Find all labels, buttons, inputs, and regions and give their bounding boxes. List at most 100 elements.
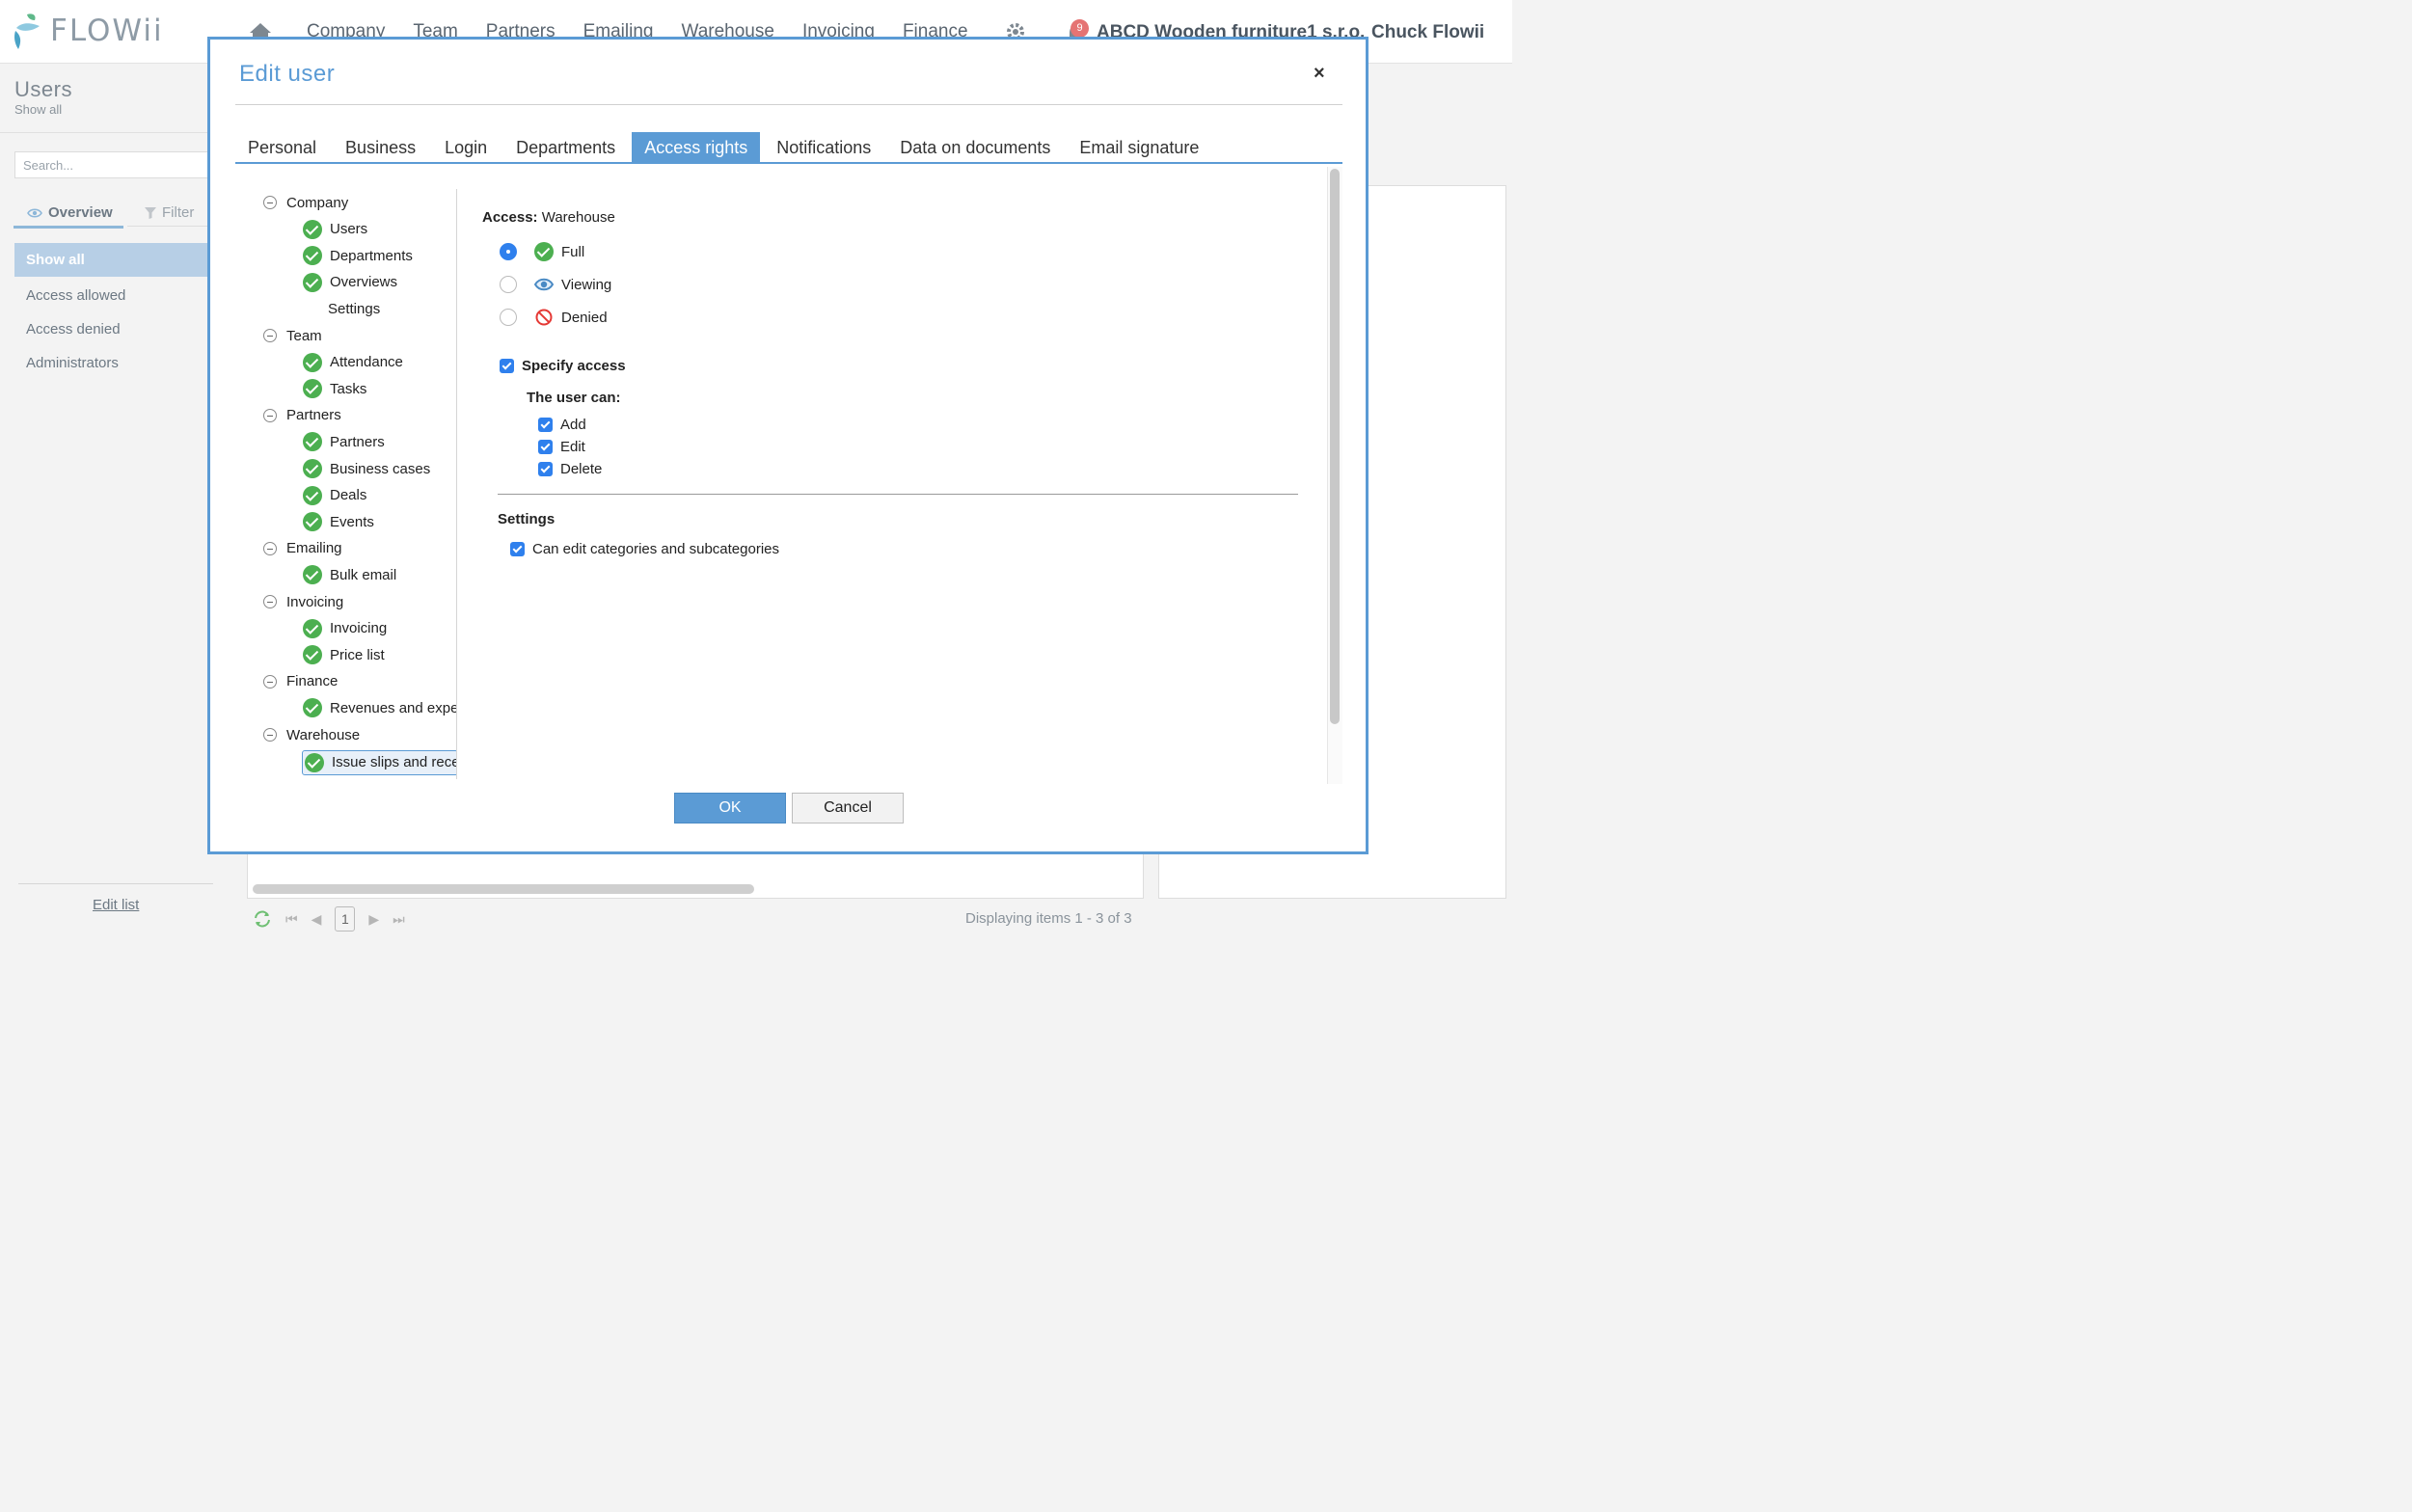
collapse-icon[interactable]: [263, 408, 277, 422]
tab-notifications[interactable]: Notifications: [764, 132, 883, 164]
collapse-icon[interactable]: [263, 728, 277, 742]
tree-group[interactable]: Invoicing: [263, 590, 343, 613]
tree-group[interactable]: Partners: [263, 404, 341, 427]
tree-item-label: Users: [330, 221, 368, 238]
logo-text: FLOWii: [50, 14, 164, 48]
dialog-title: Edit user: [239, 61, 336, 87]
cancel-button[interactable]: Cancel: [792, 793, 904, 824]
tree-item-label: Overviews: [330, 274, 398, 291]
access-module: Warehouse: [541, 209, 615, 226]
collapse-icon[interactable]: [263, 329, 277, 342]
tree-item[interactable]: Departments: [303, 244, 413, 267]
tab-personal[interactable]: Personal: [235, 132, 329, 164]
setting-edit-categories-label: Can edit categories and subcategories: [532, 540, 779, 557]
next-page-icon[interactable]: ▶: [368, 911, 379, 928]
tree-item[interactable]: Deals: [303, 484, 366, 507]
tree-item[interactable]: Bulk email: [303, 563, 396, 586]
tree-item-label: Partners: [330, 433, 385, 450]
tab-filter[interactable]: Filter: [145, 204, 194, 221]
tab-access-rights[interactable]: Access rights: [632, 132, 761, 164]
tab-email-signature[interactable]: Email signature: [1067, 132, 1211, 164]
tab-login[interactable]: Login: [432, 132, 500, 164]
prev-page-icon[interactable]: ◀: [312, 911, 322, 928]
check-circle-icon: [303, 645, 322, 665]
user-name[interactable]: Chuck Flowii: [1371, 22, 1484, 43]
search-input[interactable]: Search...: [14, 151, 217, 178]
specify-access-label: Specify access: [522, 357, 626, 374]
tab-overview[interactable]: Overview: [27, 204, 113, 221]
check-circle-icon: [303, 459, 322, 478]
tree-group[interactable]: Team: [263, 324, 322, 347]
check-circle-icon: [303, 565, 322, 585]
denied-icon: [535, 309, 553, 326]
tree-item[interactable]: Settings: [303, 297, 380, 320]
tab-departments[interactable]: Departments: [503, 132, 628, 164]
settings-title: Settings: [498, 510, 556, 527]
tree-group[interactable]: Warehouse: [263, 723, 360, 746]
filter-access-denied[interactable]: Access denied: [14, 312, 231, 346]
collapse-icon[interactable]: [263, 541, 277, 555]
specify-access-checkbox[interactable]: Specify access: [500, 355, 626, 376]
collapse-icon[interactable]: [263, 196, 277, 209]
tree-item-label: Business cases: [330, 460, 431, 477]
last-page-icon[interactable]: ⏭: [393, 911, 405, 928]
scrollbar-thumb[interactable]: [1330, 169, 1340, 724]
horizontal-scrollbar[interactable]: [253, 884, 754, 894]
tree-item[interactable]: Business cases: [303, 457, 430, 480]
first-page-icon[interactable]: ⏮: [285, 911, 298, 928]
perm-edit[interactable]: Edit: [538, 436, 585, 457]
perm-delete[interactable]: Delete: [538, 458, 602, 479]
option-denied[interactable]: Denied: [500, 306, 608, 329]
edit-list-link[interactable]: Edit list: [93, 897, 139, 913]
check-circle-icon: [303, 272, 322, 292]
tree-item-label: Emailing: [286, 540, 342, 557]
checkbox-icon[interactable]: [500, 358, 514, 373]
tree-item[interactable]: Partners: [303, 430, 385, 453]
setting-edit-categories[interactable]: Can edit categories and subcategories: [510, 538, 779, 559]
tree-item[interactable]: Revenues and expenses: [303, 696, 456, 719]
tree-item[interactable]: Events: [303, 510, 374, 533]
checkbox-icon[interactable]: [538, 461, 553, 476]
radio-denied[interactable]: [500, 309, 517, 326]
filter-administrators[interactable]: Administrators: [14, 346, 231, 380]
tree-item[interactable]: Tasks: [303, 377, 366, 400]
checkbox-icon[interactable]: [538, 417, 553, 432]
check-circle-icon: [303, 379, 322, 399]
tree-group[interactable]: Finance: [263, 670, 338, 693]
perm-add[interactable]: Add: [538, 414, 586, 435]
tree-group[interactable]: Emailing: [263, 537, 342, 560]
tree-item[interactable]: Users: [303, 218, 367, 241]
tab-business[interactable]: Business: [333, 132, 428, 164]
checkbox-icon[interactable]: [510, 541, 525, 556]
tab-data-on-documents[interactable]: Data on documents: [887, 132, 1063, 164]
tree-item-label: Invoicing: [286, 593, 344, 610]
tab-overview-label: Overview: [48, 204, 113, 221]
tree-item[interactable]: Attendance: [303, 351, 403, 374]
ok-button[interactable]: OK: [674, 793, 786, 824]
tab-filter-label: Filter: [162, 204, 195, 221]
tree-item-label: Team: [286, 327, 322, 344]
filter-show-all[interactable]: Show all: [14, 243, 231, 277]
page-number[interactable]: 1: [335, 906, 356, 932]
tree-item[interactable]: Issue slips and receipts: [302, 749, 456, 775]
perm-add-label: Add: [560, 416, 586, 433]
collapse-icon[interactable]: [263, 674, 277, 688]
eye-icon: [27, 207, 42, 218]
tree-item[interactable]: Overviews: [303, 271, 397, 294]
radio-full[interactable]: [500, 243, 517, 260]
collapse-icon[interactable]: [263, 595, 277, 608]
option-viewing[interactable]: Viewing: [500, 273, 611, 296]
close-icon[interactable]: ×: [1314, 63, 1325, 85]
divider: [498, 494, 1298, 495]
radio-viewing[interactable]: [500, 276, 517, 293]
tree-item-label: Price list: [330, 646, 385, 663]
edit-user-dialog: Edit user × Personal Business Login Depa…: [207, 37, 1369, 854]
tree-item[interactable]: Invoicing: [303, 617, 387, 640]
checkbox-icon[interactable]: [538, 439, 553, 454]
refresh-icon[interactable]: [253, 910, 272, 928]
tree-item[interactable]: Price list: [303, 643, 385, 666]
filter-access-allowed[interactable]: Access allowed: [14, 279, 231, 312]
option-full[interactable]: Full: [500, 240, 584, 263]
logo[interactable]: FLOWii: [14, 10, 164, 52]
tree-group[interactable]: Company: [263, 191, 348, 214]
